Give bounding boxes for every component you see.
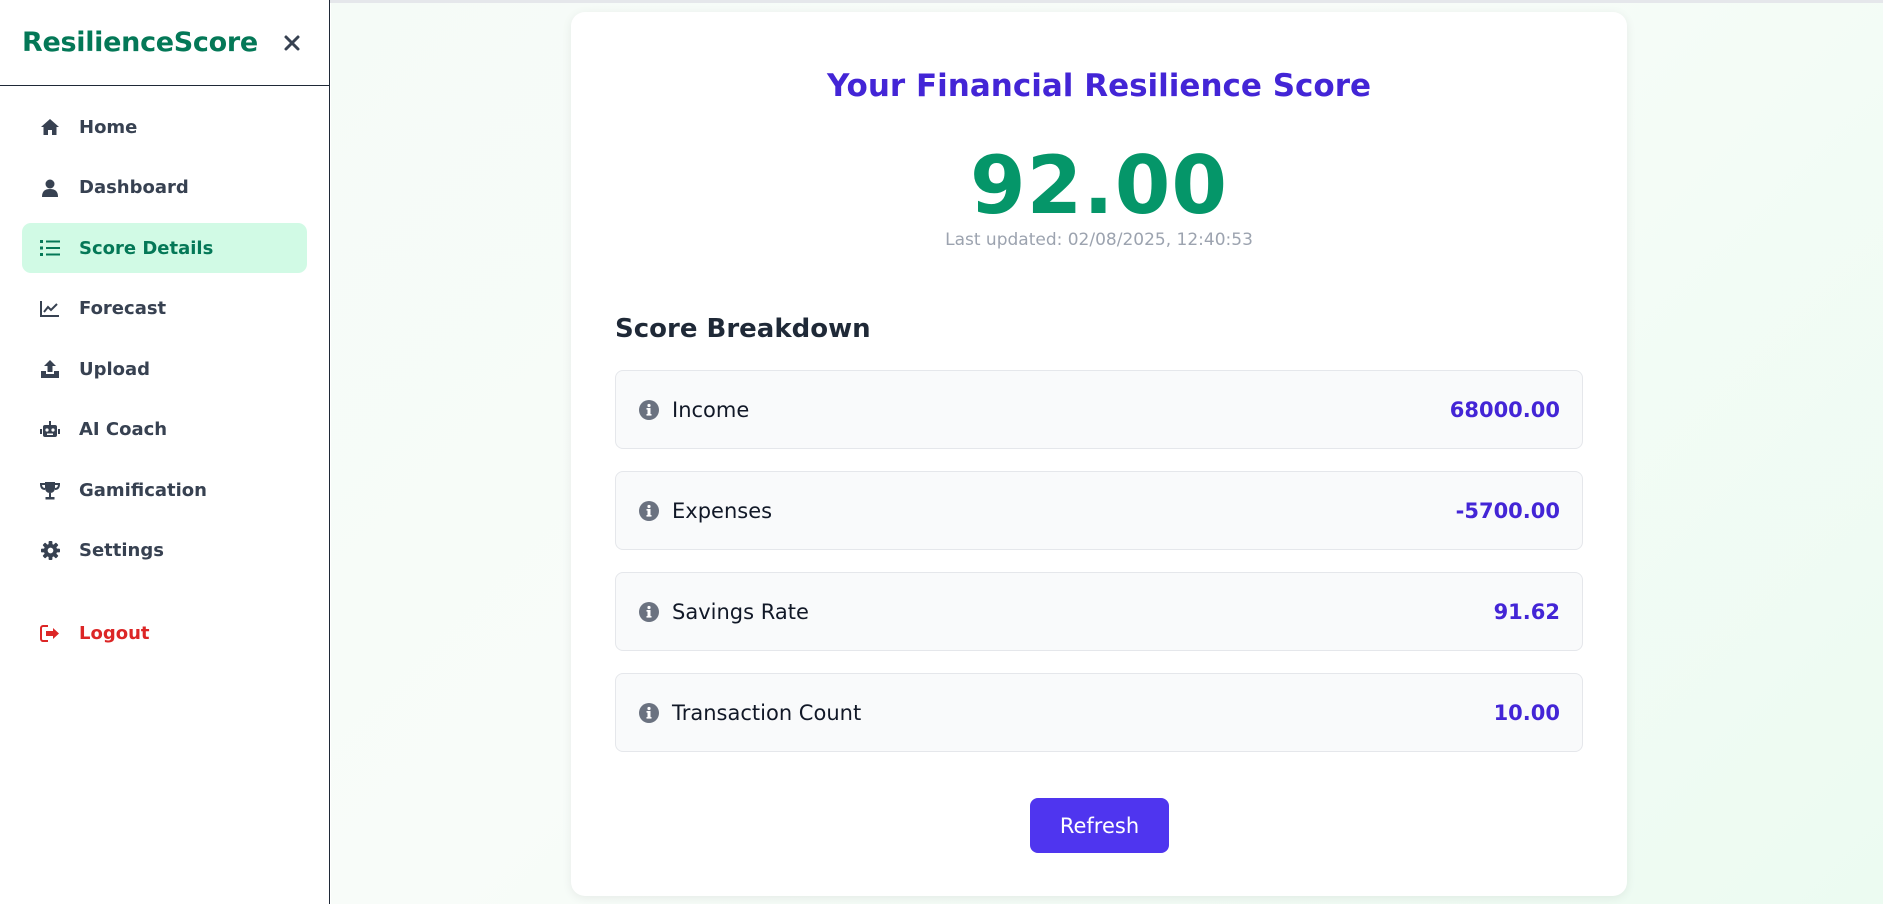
sidebar-item-label: Score Details (79, 237, 214, 259)
sidebar-item-label: Settings (79, 540, 164, 561)
score-value: 92.00 (969, 139, 1229, 232)
score-card: Your Financial Resilience Score 92.00 La… (571, 12, 1627, 896)
sidebar-item-ai-coach[interactable]: AI Coach (22, 405, 307, 455)
sidebar-item-label: Forecast (79, 298, 167, 319)
sidebar-item-dashboard[interactable]: Dashboard (22, 163, 307, 213)
sidebar-item-label: Gamification (79, 479, 207, 501)
sidebar-item-gamification[interactable]: Gamification (22, 465, 307, 515)
breakdown-value: -5700.00 (1455, 498, 1560, 523)
logout-button[interactable]: Logout (22, 609, 307, 659)
breakdown-value: 10.00 (1493, 700, 1560, 725)
logout-icon (39, 623, 61, 645)
refresh-button[interactable]: Refresh (1030, 798, 1169, 853)
sidebar-item-home[interactable]: Home (22, 102, 307, 152)
breakdown-list: Income 68000.00 Expenses -5700.00 Saving… (615, 370, 1583, 774)
upload-icon (39, 358, 61, 380)
breakdown-row-savings-rate: Savings Rate 91.62 (615, 572, 1583, 651)
breakdown-label: Income (672, 397, 750, 422)
info-icon[interactable] (638, 500, 660, 522)
sidebar-item-settings[interactable]: Settings (22, 526, 307, 576)
logout-label: Logout (79, 623, 150, 644)
breakdown-row-income: Income 68000.00 (615, 370, 1583, 449)
sidebar: ResilienceScore Home Dashboard Score Det… (0, 0, 330, 904)
gear-icon (39, 540, 61, 562)
breakdown-row-expenses: Expenses -5700.00 (615, 471, 1583, 550)
close-icon[interactable] (281, 32, 303, 54)
sidebar-item-upload[interactable]: Upload (22, 344, 307, 394)
brand-logo[interactable]: ResilienceScore (22, 27, 258, 58)
sidebar-nav: Home Dashboard Score Details Forecast Up… (0, 86, 329, 659)
sidebar-item-label: Home (79, 116, 138, 138)
breakdown-row-transaction-count: Transaction Count 10.00 (615, 673, 1583, 752)
info-icon[interactable] (638, 702, 660, 724)
last-updated-text: Last updated: 02/08/2025, 12:40:53 (945, 230, 1253, 250)
sidebar-header: ResilienceScore (0, 0, 329, 86)
sidebar-item-score-details[interactable]: Score Details (22, 223, 307, 273)
sidebar-item-label: AI Coach (79, 419, 168, 440)
breakdown-value: 68000.00 (1449, 397, 1560, 422)
breakdown-title: Score Breakdown (615, 314, 871, 344)
sidebar-item-label: Upload (79, 358, 151, 380)
trophy-icon (39, 479, 61, 501)
breakdown-value: 91.62 (1493, 599, 1560, 624)
breakdown-label: Transaction Count (672, 700, 862, 725)
sidebar-item-label: Dashboard (79, 177, 189, 198)
page-title: Your Financial Resilience Score (826, 68, 1372, 104)
list-icon (39, 237, 61, 259)
user-icon (39, 177, 61, 199)
home-icon (39, 116, 61, 138)
sidebar-item-forecast[interactable]: Forecast (22, 284, 307, 334)
main-content: Your Financial Resilience Score 92.00 La… (331, 3, 1883, 904)
robot-icon (39, 419, 61, 441)
chart-line-icon (39, 298, 61, 320)
breakdown-label: Savings Rate (672, 599, 809, 624)
breakdown-label: Expenses (672, 498, 773, 523)
info-icon[interactable] (638, 601, 660, 623)
info-icon[interactable] (638, 399, 660, 421)
